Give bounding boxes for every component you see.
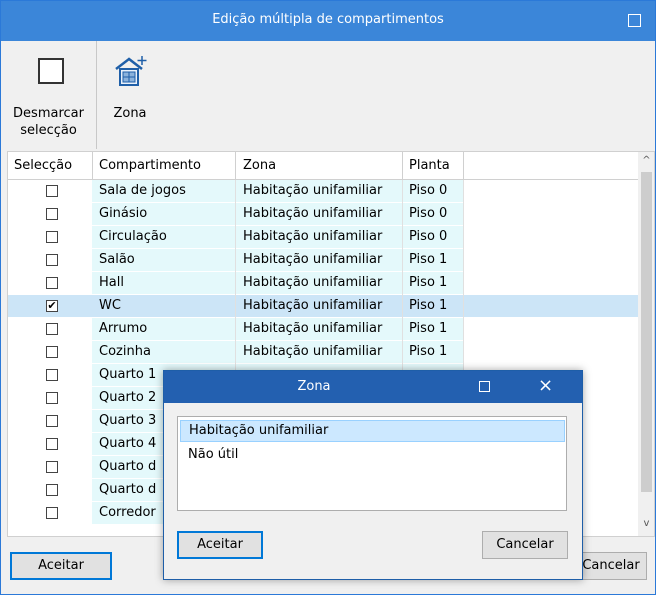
floor-value: Piso 1 [409,298,448,313]
deselect-label-line1: Desmarcar [13,106,84,121]
zone-list-item[interactable]: Não útil [180,444,565,466]
scroll-down-icon[interactable]: v [638,518,654,532]
vertical-scrollbar[interactable]: ^ v [638,152,654,536]
empty-cell [464,318,638,340]
col-header-zone[interactable]: Zona [243,158,276,173]
table-row[interactable]: Cozinha Habitação unifamiliar Piso 1 [8,341,638,363]
compartment-name: Sala de jogos [99,183,186,198]
zone-value: Habitação unifamiliar [243,275,383,290]
zona-label: Zona [113,106,147,121]
table-row[interactable]: Sala de jogos Habitação unifamiliar Piso 0 [8,180,638,202]
compartment-name: Quarto d [99,459,157,474]
row-checkbox[interactable] [46,185,58,197]
compartment-name: Quarto d [99,482,157,497]
maximize-icon[interactable] [479,381,490,392]
empty-cell [464,295,638,317]
deselect-label: Desmarcar selecção [1,105,96,139]
compartment-name: Cozinha [99,344,151,359]
compartment-name: Hall [99,275,124,290]
zone-value: Habitação unifamiliar [243,229,383,244]
row-checkbox[interactable] [46,231,58,243]
compartment-name: Quarto 2 [99,390,157,405]
compartment-name: Ginásio [99,206,148,221]
floor-value: Piso 1 [409,344,448,359]
row-checkbox[interactable] [46,392,58,404]
zona-dialog: Zona × Habitação unifamiliar Não útil Ac… [163,370,583,580]
compartment-name: Quarto 4 [99,436,157,451]
table-header: Selecção Compartimento Zona Planta [8,152,638,180]
col-separator[interactable] [402,152,403,180]
cancel-button[interactable]: Cancelar [575,552,647,580]
row-checkbox[interactable] [46,277,58,289]
house-plus-icon [115,56,147,86]
table-row[interactable]: Arrumo Habitação unifamiliar Piso 1 [8,318,638,340]
zone-value: Habitação unifamiliar [243,183,383,198]
title-bar: Edição múltipla de compartimentos [1,1,655,41]
toolbar: Desmarcar selecção Zona [1,41,655,149]
col-separator[interactable] [463,152,464,180]
zone-value: Habitação unifamiliar [243,321,383,336]
empty-cell [464,341,638,363]
dialog-accept-button[interactable]: Aceitar [177,531,263,559]
row-checkbox[interactable] [46,208,58,220]
empty-cell [464,203,638,225]
compartment-name: Quarto 1 [99,367,157,382]
row-checkbox[interactable]: ✔ [46,300,58,312]
row-checkbox[interactable] [46,254,58,266]
empty-cell [464,272,638,294]
floor-value: Piso 1 [409,321,448,336]
checkbox-icon [38,58,64,84]
scroll-up-icon[interactable]: ^ [638,155,654,169]
maximize-icon[interactable] [628,14,641,27]
close-icon[interactable]: × [538,375,553,396]
floor-value: Piso 0 [409,183,448,198]
empty-cell [464,180,638,202]
floor-value: Piso 0 [409,229,448,244]
zone-list[interactable]: Habitação unifamiliar Não útil [177,416,567,511]
col-separator[interactable] [235,152,236,180]
table-row[interactable]: Hall Habitação unifamiliar Piso 1 [8,272,638,294]
zone-list-item[interactable]: Habitação unifamiliar [180,420,565,442]
row-checkbox[interactable] [46,323,58,335]
col-separator[interactable] [92,152,93,180]
zone-value: Habitação unifamiliar [243,252,383,267]
table-row[interactable]: Salão Habitação unifamiliar Piso 1 [8,249,638,271]
zone-value: Habitação unifamiliar [243,298,383,313]
dialog-title: Zona [297,379,331,394]
row-checkbox[interactable] [46,438,58,450]
compartment-name: Circulação [99,229,167,244]
col-header-selection[interactable]: Selecção [14,158,72,173]
row-checkbox[interactable] [46,415,58,427]
row-checkbox[interactable] [46,507,58,519]
deselect-label-line2: selecção [20,123,77,138]
zone-value: Habitação unifamiliar [243,344,383,359]
dialog-cancel-button[interactable]: Cancelar [482,531,568,559]
row-checkbox[interactable] [46,484,58,496]
floor-value: Piso 0 [409,206,448,221]
deselect-button[interactable]: Desmarcar selecção [1,41,97,149]
compartment-name: Quarto 3 [99,413,157,428]
zona-button[interactable]: Zona [101,41,159,149]
compartment-name: Corredor [99,505,156,520]
col-header-compartment[interactable]: Compartimento [99,158,201,173]
compartment-name: Salão [99,252,135,267]
floor-value: Piso 1 [409,275,448,290]
empty-cell [464,226,638,248]
zone-value: Habitação unifamiliar [243,206,383,221]
floor-value: Piso 1 [409,252,448,267]
table-row[interactable]: ✔ WC Habitação unifamiliar Piso 1 [8,295,638,317]
window-title: Edição múltipla de compartimentos [212,12,444,27]
empty-cell [464,249,638,271]
scroll-thumb[interactable] [641,172,652,492]
compartment-name: Arrumo [99,321,148,336]
table-row[interactable]: Circulação Habitação unifamiliar Piso 0 [8,226,638,248]
col-header-floor[interactable]: Planta [409,158,450,173]
accept-button[interactable]: Aceitar [10,552,112,580]
row-checkbox[interactable] [46,369,58,381]
compartment-name: WC [99,298,121,313]
dialog-title-bar: Zona × [164,371,582,403]
table-row[interactable]: Ginásio Habitação unifamiliar Piso 0 [8,203,638,225]
row-checkbox[interactable] [46,346,58,358]
row-checkbox[interactable] [46,461,58,473]
